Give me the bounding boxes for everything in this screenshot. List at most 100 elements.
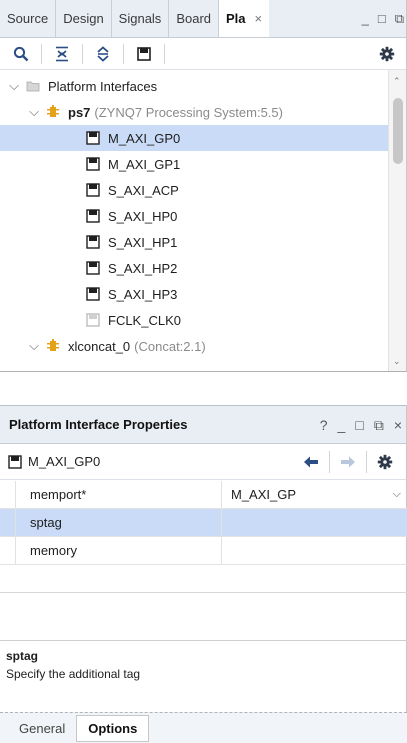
toolbar-divider [82, 43, 83, 64]
tree-item-interface[interactable]: S_AXI_HP3 [0, 281, 388, 307]
forward-arrow-icon[interactable] [335, 455, 361, 469]
interface-icon [86, 287, 100, 301]
settings-gear-icon[interactable] [374, 42, 400, 66]
property-description: sptag Specify the additional tag [0, 640, 407, 716]
window-controls: _ □ ⧉ [362, 0, 406, 37]
toolbar-divider [164, 43, 165, 64]
chevron-down-icon[interactable]: ⌵ [28, 338, 40, 354]
restore-icon[interactable]: ⧉ [374, 417, 384, 434]
tree-toolbar [0, 38, 406, 70]
property-name: memory [16, 537, 222, 564]
ps7-name: ps7 [68, 104, 91, 120]
interface-icon [86, 235, 100, 249]
vertical-scrollbar[interactable]: ⌃ ⌄ [388, 70, 406, 371]
close-icon[interactable]: × [394, 417, 402, 433]
property-value: M_AXI_GP [231, 487, 297, 502]
property-row-sptag[interactable]: sptag [0, 509, 407, 537]
maximize-icon[interactable]: □ [378, 11, 386, 26]
row-gutter [0, 537, 16, 564]
scroll-down-icon[interactable]: ⌄ [393, 356, 401, 367]
interface-label: S_AXI_HP2 [108, 260, 178, 276]
row-gutter [0, 481, 16, 508]
interface-disabled-icon [86, 313, 100, 327]
help-icon[interactable]: ? [320, 417, 328, 433]
tree-node-ps7[interactable]: ⌵ ps7 (ZYNQ7 Processing System:5.5) [0, 99, 388, 125]
search-icon[interactable] [8, 42, 34, 66]
tab-options[interactable]: Options [76, 715, 150, 742]
toolbar-divider [366, 451, 367, 473]
interface-icon [86, 183, 100, 197]
chevron-down-icon[interactable]: ⌵ [28, 104, 40, 120]
row-gutter [0, 509, 16, 536]
toolbar-divider [329, 451, 330, 473]
close-icon[interactable]: × [255, 11, 263, 26]
interface-icon [86, 209, 100, 223]
interface-label: M_AXI_GP0 [108, 130, 181, 146]
property-row-memory[interactable]: memory [0, 537, 407, 565]
tree-item-interface[interactable]: S_AXI_HP0 [0, 203, 388, 229]
selected-object-name: M_AXI_GP0 [28, 454, 101, 469]
interface-label: FCLK_CLK0 [108, 312, 181, 328]
interface-icon [8, 454, 22, 469]
tree-item-interface[interactable]: S_AXI_HP2 [0, 255, 388, 281]
expand-all-icon[interactable] [90, 42, 116, 66]
tab-general[interactable]: General [8, 716, 76, 741]
tree-item-interface[interactable]: M_AXI_GP1 [0, 151, 388, 177]
chevron-down-icon[interactable]: ⌵ [8, 78, 20, 94]
toolbar-divider [123, 43, 124, 64]
tab-platform[interactable]: Pla × [219, 0, 270, 37]
collapse-all-icon[interactable] [49, 42, 75, 66]
tab-design[interactable]: Design [56, 0, 112, 37]
chevron-down-icon[interactable]: ⌵ [393, 488, 401, 501]
empty-cell [16, 565, 222, 592]
folder-icon [26, 81, 40, 92]
interface-icon[interactable] [131, 42, 157, 66]
tree-item-interface[interactable]: M_AXI_GP0 [0, 125, 388, 151]
property-row-empty [0, 565, 407, 593]
ps7-detail: (ZYNQ7 Processing System:5.5) [94, 104, 283, 120]
restore-icon[interactable]: ⧉ [395, 11, 404, 27]
scrollbar-thumb[interactable] [393, 98, 403, 164]
xlconcat-detail: (Concat:2.1) [134, 338, 206, 354]
property-name: sptag [16, 509, 222, 536]
toolbar-divider [41, 43, 42, 64]
properties-panel: Platform Interface Properties ? _ □ ⧉ × … [0, 405, 407, 743]
tab-source[interactable]: Source [0, 0, 57, 37]
scroll-up-icon[interactable]: ⌃ [393, 76, 401, 87]
tree-root-label: Platform Interfaces [48, 78, 158, 94]
interface-icon [86, 157, 100, 171]
description-title: sptag [6, 649, 39, 663]
property-table: memport* M_AXI_GP ⌵ sptag memory [0, 481, 407, 593]
property-value-input[interactable] [222, 537, 407, 564]
properties-header: Platform Interface Properties ? _ □ ⧉ × [0, 406, 406, 444]
maximize-icon[interactable]: □ [355, 417, 363, 433]
tree-node-platform-interfaces[interactable]: ⌵ Platform Interfaces [0, 73, 388, 99]
interface-label: S_AXI_HP1 [108, 234, 178, 250]
settings-gear-icon[interactable] [372, 454, 398, 470]
property-row-memport[interactable]: memport* M_AXI_GP ⌵ [0, 481, 407, 509]
xlconcat-name: xlconcat_0 [68, 338, 131, 354]
interface-label: M_AXI_GP1 [108, 156, 181, 172]
panel-title: Platform Interface Properties [9, 417, 188, 432]
tree-item-interface[interactable]: FCLK_CLK0 [0, 307, 388, 333]
tab-signals[interactable]: Signals [112, 0, 170, 37]
tab-platform-label: Pla [226, 11, 246, 26]
tree-node-xlconcat[interactable]: ⌵ xlconcat_0 (Concat:2.1) [0, 333, 388, 359]
ip-block-icon [47, 105, 59, 117]
minimize-icon[interactable]: _ [362, 11, 369, 26]
back-arrow-icon[interactable] [298, 455, 324, 469]
panel-tab-bar: Source Design Signals Board Pla × _ □ ⧉ [0, 0, 406, 38]
property-value-input[interactable] [222, 509, 407, 536]
history-nav [298, 444, 398, 480]
window-controls: ? _ □ ⧉ × [320, 406, 402, 444]
interface-icon [86, 261, 100, 275]
properties-toolbar: M_AXI_GP0 [0, 444, 406, 480]
platform-interfaces-panel: Source Design Signals Board Pla × _ □ ⧉ [0, 0, 407, 372]
row-gutter [0, 565, 16, 592]
tab-board[interactable]: Board [169, 0, 220, 37]
minimize-icon[interactable]: _ [338, 417, 346, 433]
tree-item-interface[interactable]: S_AXI_ACP [0, 177, 388, 203]
tree-item-interface[interactable]: S_AXI_HP1 [0, 229, 388, 255]
interface-label: S_AXI_ACP [108, 182, 179, 198]
property-value-select[interactable]: M_AXI_GP ⌵ [222, 481, 407, 508]
